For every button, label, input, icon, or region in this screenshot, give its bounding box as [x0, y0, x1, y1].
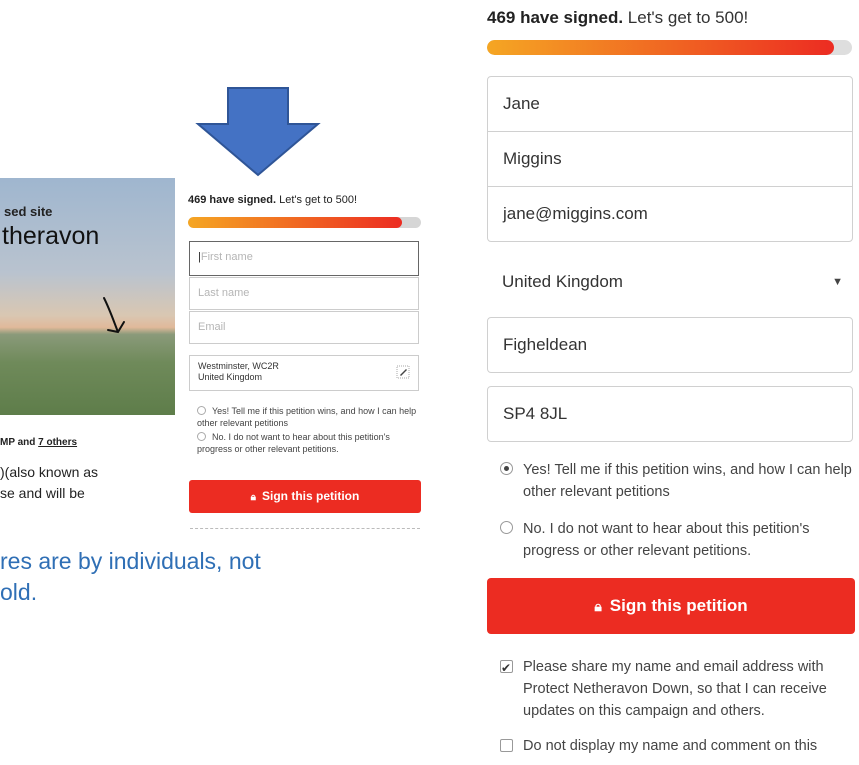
body-text-line-1: )(also known as — [0, 464, 99, 480]
first-name-field-small[interactable]: |First name — [189, 241, 419, 276]
sign-petition-button-small[interactable]: 🔒︎ Sign this petition — [189, 480, 421, 513]
progress-fill-small — [188, 217, 403, 228]
radio-button[interactable] — [500, 521, 513, 534]
others-link[interactable]: 7 others — [38, 437, 77, 448]
postcode-field[interactable]: SP4 8JL — [487, 386, 853, 442]
radio-yes[interactable]: Yes! Tell me if this petition wins, and … — [500, 459, 855, 503]
annotation-line-1: res are by individuals, not — [0, 548, 261, 574]
first-name-field[interactable]: Jane — [488, 77, 852, 132]
town-field[interactable]: Figheldean — [487, 317, 853, 373]
photo-caption-small: sed site — [4, 204, 53, 219]
caret-down-icon: ▼ — [832, 276, 843, 288]
radio-button-selected[interactable] — [500, 462, 513, 475]
hide-name-checkbox-row[interactable]: Do not display my name and comment on th… — [500, 735, 855, 757]
radio-button[interactable] — [197, 432, 206, 441]
name-email-group: Jane Miggins jane@miggins.com — [487, 76, 853, 242]
radio-yes-small[interactable]: Yes! Tell me if this petition wins, and … — [197, 405, 427, 429]
radio-no-small[interactable]: No. I do not want to hear about this pet… — [197, 431, 427, 455]
sign-petition-button[interactable]: 🔒︎ Sign this petition — [487, 578, 855, 634]
lock-icon: 🔒︎ — [594, 598, 602, 614]
progress-bar-small — [188, 217, 421, 228]
mp-line: MP and 7 others — [0, 437, 78, 448]
last-name-field-small[interactable]: Last name — [189, 277, 419, 310]
signature-count: 469 have signed. Let's get to 500! — [487, 8, 749, 27]
email-field-small[interactable]: Email — [189, 311, 419, 344]
hide-name-checkbox[interactable] — [500, 739, 513, 752]
progress-fill — [487, 40, 834, 55]
share-consent-checkbox-row[interactable]: Please share my name and email address w… — [500, 656, 855, 722]
signature-count-small: 469 have signed. Let's get to 500! — [188, 194, 358, 206]
campaign-photo: sed site theravon — [0, 178, 175, 415]
down-arrow-icon — [195, 87, 321, 177]
body-text-line-2: se and will be — [0, 485, 85, 499]
progress-bar — [487, 40, 852, 55]
radio-button[interactable] — [197, 406, 206, 415]
country-select[interactable]: United Kingdom ▼ — [487, 255, 853, 311]
edit-icon[interactable] — [396, 365, 410, 379]
last-name-field[interactable]: Miggins — [488, 132, 852, 187]
radio-no[interactable]: No. I do not want to hear about this pet… — [500, 518, 855, 562]
photo-caption-large: theravon — [2, 222, 100, 250]
email-field[interactable]: jane@miggins.com — [488, 187, 852, 241]
share-consent-checkbox[interactable] — [500, 657, 513, 679]
cut-off-checkbox-row — [190, 528, 420, 532]
hand-drawn-arrow-icon — [103, 297, 125, 334]
lock-icon: 🔒︎ — [250, 492, 256, 503]
address-field-small[interactable]: Westminster, WC2R United Kingdom — [189, 355, 419, 391]
annotation-line-2: old. — [0, 579, 38, 605]
